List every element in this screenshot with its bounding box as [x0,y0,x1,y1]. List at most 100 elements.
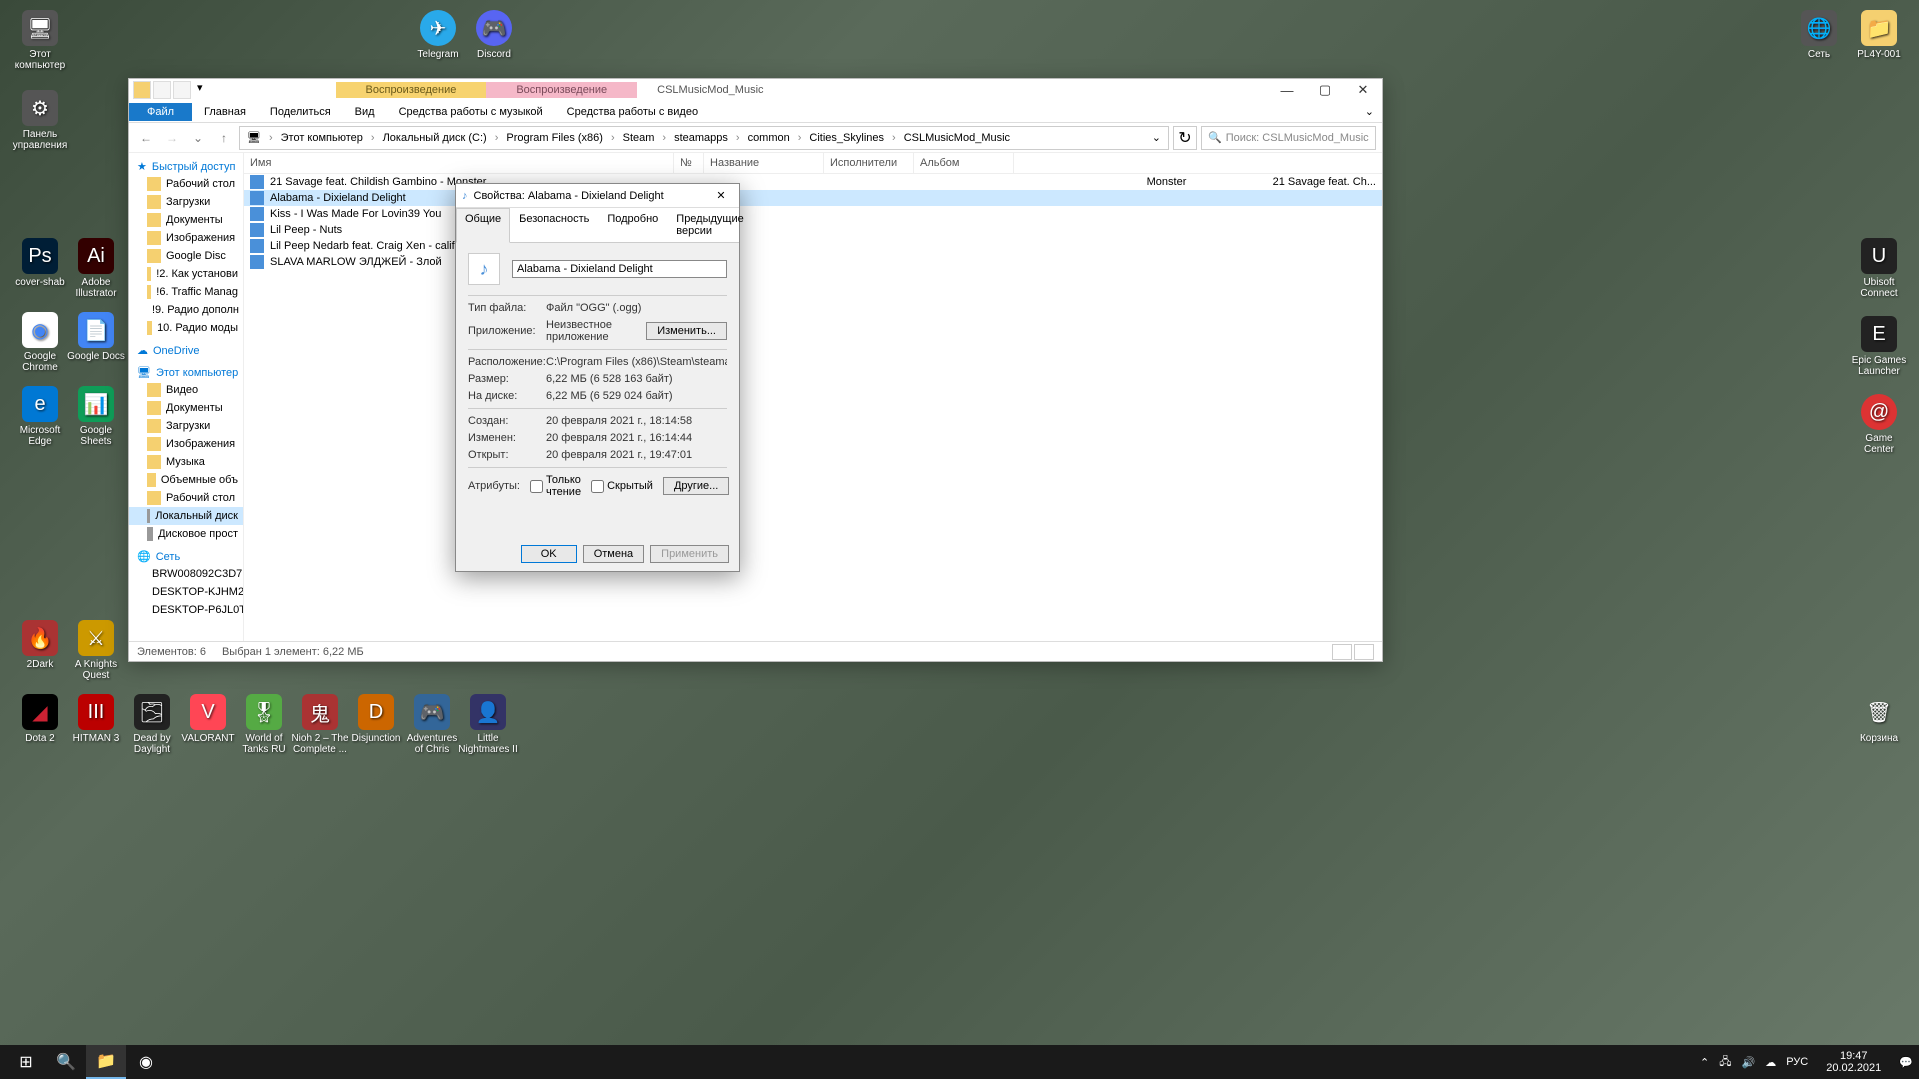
sidebar-item[interactable]: !6. Traffic Manag [129,283,243,301]
desktop-icon[interactable]: 🔥2Dark [10,620,70,670]
filename-input[interactable] [512,260,727,278]
desktop-icon[interactable]: 📄Google Docs [66,312,126,362]
tray-network-icon[interactable]: 🖧 [1719,1053,1731,1072]
file-row[interactable]: 21 Savage feat. Childish Gambino - Monst… [244,174,1382,190]
view-icons-button[interactable] [1354,644,1374,660]
tray-volume-icon[interactable]: 🔊 [1742,1056,1756,1069]
sidebar-item[interactable]: Загрузки [129,417,243,435]
change-app-button[interactable]: Изменить... [646,322,727,340]
playback-tab[interactable]: Воспроизведение [336,82,487,98]
desktop-icon[interactable]: IIIHITMAN 3 [66,694,126,744]
recent-button[interactable]: ⌄ [187,127,209,149]
tab-details[interactable]: Подробно [598,208,667,242]
sidebar-item[interactable]: Объемные объ [129,471,243,489]
desktop-icon-discord[interactable]: 🎮Discord [464,10,524,60]
up-button[interactable]: ↑ [213,127,235,149]
taskbar-explorer[interactable]: 📁 [86,1045,126,1079]
desktop-icon[interactable]: 🎮Adventures of Chris [402,694,462,755]
sidebar-item[interactable]: DESKTOP-P6JL0T [129,601,243,619]
desktop-icon[interactable]: 📊Google Sheets [66,386,126,447]
desktop-icon[interactable]: 鬼Nioh 2 – The Complete ... [290,694,350,755]
desktop-icon[interactable]: UUbisoft Connect [1849,238,1909,299]
sidebar-item[interactable]: Видео [129,381,243,399]
desktop-icon[interactable]: VVALORANT [178,694,238,744]
sidebar-item[interactable]: Google Disc [129,247,243,265]
tab-music[interactable]: Средства работы с музыкой [387,103,555,121]
file-row[interactable]: Alabama - Dixieland Delight [244,190,1382,206]
desktop-icon[interactable]: Pscover-shab [10,238,70,288]
sb-network[interactable]: 🌐 Сеть [129,548,243,565]
desktop-icon[interactable]: 🖥Этот компьютер [10,10,70,71]
other-attr-button[interactable]: Другие... [663,477,729,495]
tab-video[interactable]: Средства работы с видео [555,103,710,121]
tab-previous[interactable]: Предыдущие версии [667,208,752,242]
search-button[interactable]: 🔍 [46,1045,86,1079]
column-headers[interactable]: Имя № Название Исполнители Альбом [244,153,1382,174]
file-row[interactable]: Lil Peep - Nuts [244,222,1382,238]
desktop-icon[interactable]: 👤Little Nightmares II [458,694,518,755]
hidden-checkbox[interactable]: Скрытый [591,480,653,493]
tab-home[interactable]: Главная [192,103,258,121]
sidebar-item[interactable]: Музыка [129,453,243,471]
tray-cloud-icon[interactable]: ☁ [1765,1056,1776,1069]
sb-quick[interactable]: ★ Быстрый доступ [129,158,243,175]
forward-button[interactable]: → [161,127,183,149]
desktop-icon[interactable]: ⚔A Knights Quest [66,620,126,681]
taskbar-chrome[interactable]: ◉ [126,1045,166,1079]
desktop-icon[interactable]: 🌫Dead by Daylight [122,694,182,755]
readonly-checkbox[interactable]: Только чтение [530,474,581,498]
sidebar-item[interactable]: !9. Радио дополн [129,301,243,319]
desktop-icon[interactable]: ⚙Панель управления [10,90,70,151]
sidebar-item[interactable]: Дисковое прост [129,525,243,543]
sidebar-item[interactable]: 10. Радио моды [129,319,243,337]
sb-onedrive[interactable]: ☁ OneDrive [129,342,243,359]
desktop-icon-telegram[interactable]: ✈Telegram [408,10,468,60]
desktop-icon[interactable]: 📁PL4Y-001 [1849,10,1909,60]
ribbon-caret-icon[interactable]: ⌄ [1357,105,1382,118]
tray-notifications-icon[interactable]: 💬 [1899,1056,1913,1069]
sidebar-item[interactable]: Изображения [129,229,243,247]
sidebar-item[interactable]: DESKTOP-KJHM2 [129,583,243,601]
cancel-button[interactable]: Отмена [583,545,644,563]
sidebar-item[interactable]: Загрузки [129,193,243,211]
sidebar-item[interactable]: Документы [129,211,243,229]
desktop-icon[interactable]: 🎖World of Tanks RU [234,694,294,755]
file-row[interactable]: Kiss - I Was Made For Lovin39 You [244,206,1382,222]
search-input[interactable]: 🔍 Поиск: CSLMusicMod_Music [1201,126,1376,150]
sb-pc[interactable]: 🖥 Этот компьютер [129,364,243,381]
minimize-button[interactable]: — [1268,79,1306,101]
close-button[interactable]: ✕ [709,189,733,202]
desktop-icon[interactable]: ◢Dota 2 [10,694,70,744]
breadcrumb[interactable]: 🖥› Этот компьютер› Локальный диск (C:)› … [239,126,1169,150]
sidebar-item[interactable]: Изображения [129,435,243,453]
playback-tab[interactable]: Воспроизведение [486,82,637,98]
apply-button[interactable]: Применить [650,545,729,563]
sidebar-item[interactable]: Локальный диск [129,507,243,525]
desktop-icon[interactable]: @Game Center [1849,394,1909,455]
tray-lang[interactable]: РУС [1786,1056,1808,1068]
tab-file[interactable]: Файл [129,103,192,121]
file-row[interactable]: SLAVA MARLOW ЭЛДЖЕЙ - Злой [244,254,1382,270]
close-button[interactable]: ✕ [1344,79,1382,101]
tab-view[interactable]: Вид [343,103,387,121]
tray-caret-icon[interactable]: ⌃ [1700,1056,1709,1069]
tab-security[interactable]: Безопасность [510,208,598,242]
desktop-icon[interactable]: DDisjunction [346,694,406,744]
file-row[interactable]: Lil Peep Nedarb feat. Craig Xen - califo… [244,238,1382,254]
refresh-button[interactable]: ↻ [1173,126,1197,150]
ok-button[interactable]: OK [521,545,577,563]
desktop-icon[interactable]: EEpic Games Launcher [1849,316,1909,377]
sidebar-item[interactable]: Рабочий стол [129,175,243,193]
desktop-icon[interactable]: AiAdobe Illustrator [66,238,126,299]
desktop-icon[interactable]: eMicrosoft Edge [10,386,70,447]
start-button[interactable]: ⊞ [6,1045,46,1079]
tab-general[interactable]: Общие [456,208,510,243]
view-details-button[interactable] [1332,644,1352,660]
sidebar-item[interactable]: !2. Как установи [129,265,243,283]
sidebar-item[interactable]: Документы [129,399,243,417]
desktop-icon[interactable]: 🌐Сеть [1789,10,1849,60]
tab-share[interactable]: Поделиться [258,103,343,121]
maximize-button[interactable]: ▢ [1306,79,1344,101]
back-button[interactable]: ← [135,127,157,149]
desktop-icon[interactable]: ◉Google Chrome [10,312,70,373]
